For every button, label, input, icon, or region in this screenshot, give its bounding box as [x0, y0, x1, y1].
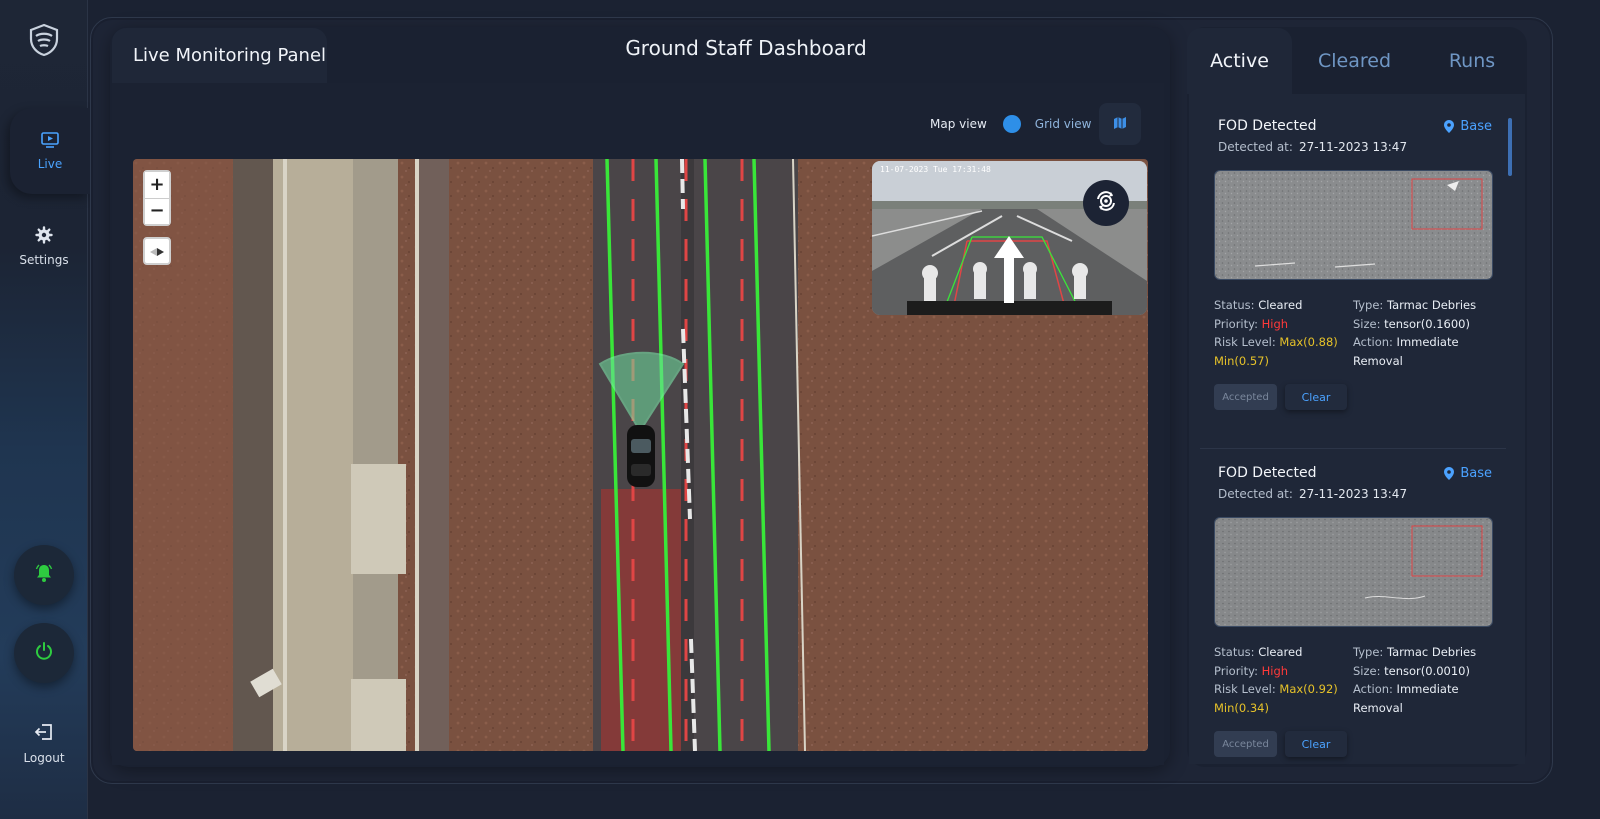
rotate-camera-icon	[1094, 189, 1118, 217]
alert-risk-max: Max(0.92)	[1279, 682, 1338, 696]
accepted-button[interactable]: Accepted	[1214, 731, 1277, 757]
nav-logout-label: Logout	[23, 751, 65, 765]
tab-cleared[interactable]: Cleared	[1292, 28, 1417, 94]
alert-card: FOD Detected Base Detected at: 27-11-2023…	[1200, 448, 1506, 757]
alert-location-label: Base	[1460, 465, 1492, 481]
clear-button[interactable]: Clear	[1285, 384, 1347, 410]
clear-button[interactable]: Clear	[1285, 731, 1347, 757]
tab-runs[interactable]: Runs	[1417, 28, 1527, 94]
alert-priority: High	[1261, 316, 1289, 331]
view-toggle[interactable]: Map view Grid view	[930, 114, 1091, 134]
map-view-label[interactable]: Map view	[930, 117, 987, 131]
alert-type: Tarmac Debries	[1386, 645, 1477, 659]
alert-detected-at: Detected at: 27-11-2023 13:47	[1218, 140, 1408, 154]
location-pin-icon	[1444, 466, 1455, 480]
bell-icon	[34, 563, 54, 587]
map-icon	[1113, 115, 1127, 134]
compass-button[interactable]	[143, 237, 171, 265]
alert-risk-min: Min(0.34)	[1214, 700, 1269, 715]
zoom-control: + −	[143, 170, 171, 226]
page-title: Ground Staff Dashboard	[625, 36, 867, 60]
alert-priority: High	[1261, 663, 1289, 678]
alert-location-label: Base	[1460, 118, 1492, 134]
alert-card: FOD Detected Base Detected at: 27-11-2023…	[1200, 118, 1506, 410]
alert-location[interactable]: Base	[1444, 466, 1492, 481]
nav-live[interactable]: Live	[10, 108, 90, 194]
alerts-bell-button[interactable]	[14, 545, 74, 605]
live-tv-icon	[41, 131, 59, 151]
alert-status: Cleared	[1258, 298, 1303, 312]
nav-settings-label: Settings	[19, 253, 69, 267]
fod-snapshot-image[interactable]	[1214, 170, 1493, 280]
compass-icon	[149, 242, 165, 261]
nav-live-label: Live	[37, 156, 63, 171]
location-pin-icon	[1444, 119, 1455, 133]
feed-scrollbar[interactable]	[1508, 118, 1512, 176]
zoom-in-button[interactable]: +	[145, 172, 169, 198]
tab-active[interactable]: Active	[1187, 28, 1292, 94]
live-monitoring-tab-label: Live Monitoring Panel	[133, 45, 327, 66]
logout-icon	[34, 722, 54, 745]
alert-risk-max: Max(0.88)	[1279, 335, 1338, 349]
camera-timestamp: 11-07-2023 Tue 17:31:48	[880, 165, 991, 174]
fod-snapshot-image[interactable]	[1214, 517, 1493, 627]
alert-title: FOD Detected	[1218, 465, 1317, 481]
zoom-out-button[interactable]: −	[145, 197, 169, 224]
gear-icon	[35, 226, 53, 247]
live-monitoring-tab[interactable]: Live Monitoring Panel	[112, 28, 327, 83]
power-button[interactable]	[14, 623, 74, 683]
alert-size: tensor(0.1600)	[1384, 316, 1470, 331]
alert-risk-min: Min(0.57)	[1214, 353, 1269, 368]
shield-logo-icon	[26, 22, 62, 58]
camera-rotate-button[interactable]	[1083, 180, 1129, 226]
view-toggle-switch[interactable]	[997, 115, 1021, 133]
nav-settings[interactable]: Settings	[0, 226, 88, 267]
power-icon	[34, 641, 54, 665]
accepted-button[interactable]: Accepted	[1214, 384, 1277, 410]
alert-detected-at: Detected at: 27-11-2023 13:47	[1218, 487, 1408, 501]
alert-status: Cleared	[1258, 645, 1303, 659]
alert-location[interactable]: Base	[1444, 119, 1492, 134]
nav-logout[interactable]: Logout	[0, 722, 88, 765]
alert-size: tensor(0.0010)	[1384, 663, 1470, 678]
map-view-button[interactable]	[1099, 103, 1141, 145]
alert-title: FOD Detected	[1218, 118, 1317, 134]
alert-type: Tarmac Debries	[1386, 298, 1477, 312]
alerts-tabs: Active Cleared Runs	[1187, 28, 1527, 94]
grid-view-label[interactable]: Grid view	[1035, 117, 1092, 131]
